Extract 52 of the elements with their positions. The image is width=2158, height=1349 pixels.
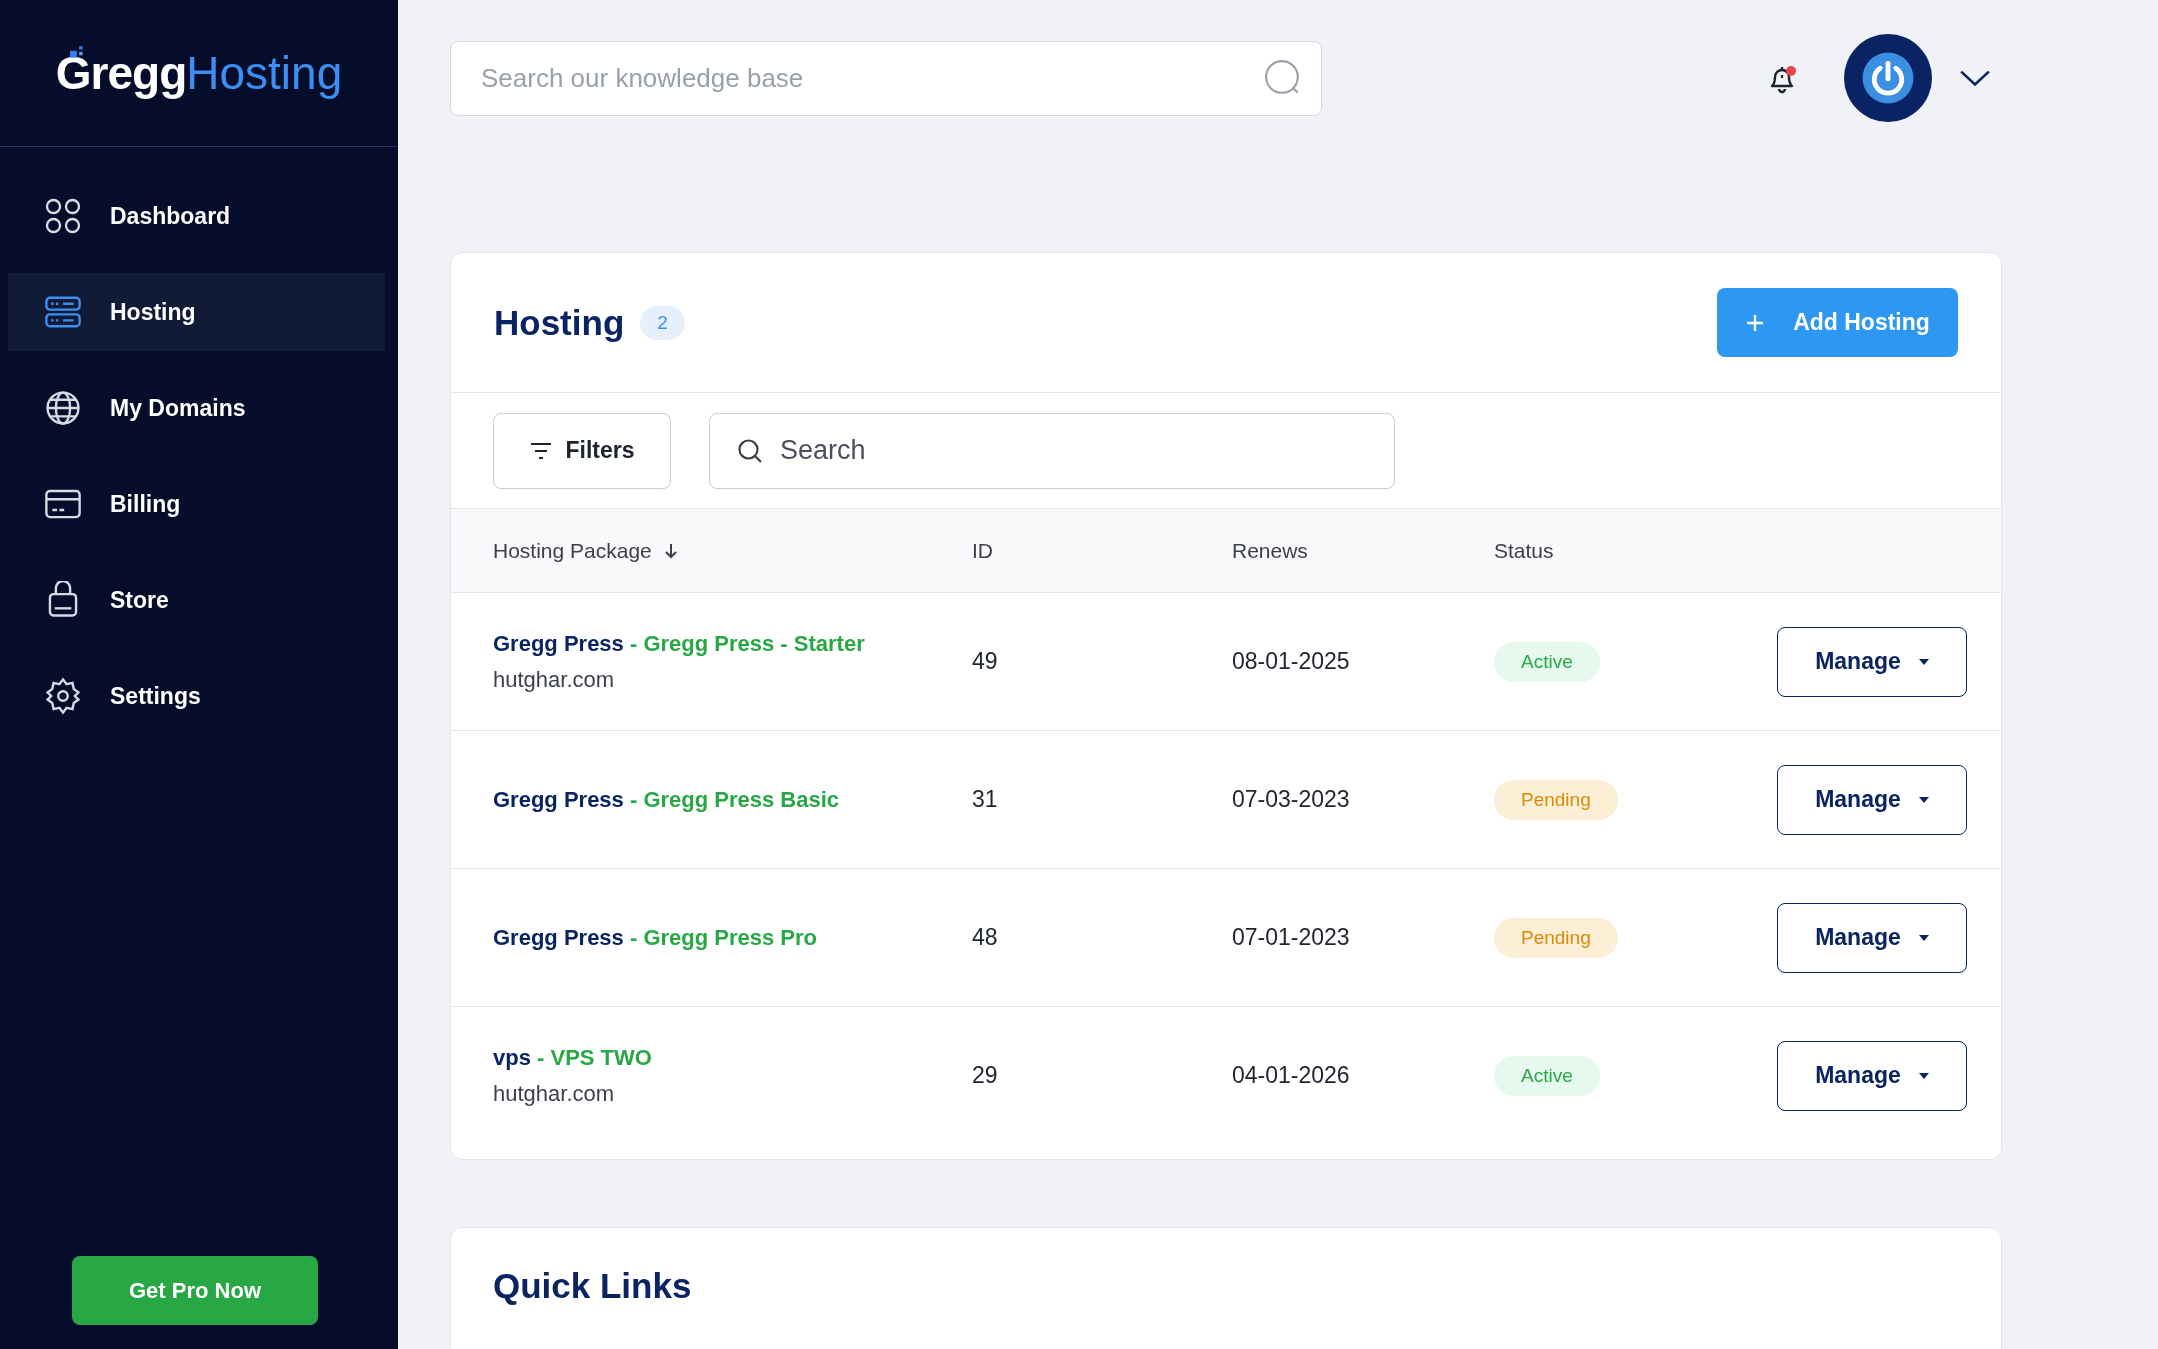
filters-button[interactable]: Filters — [493, 412, 671, 489]
count-badge: 2 — [640, 305, 685, 340]
table-cell: 04-01-2026 — [1232, 1062, 1350, 1088]
manage-button[interactable]: Manage — [1777, 764, 1967, 835]
table-cell: 48 — [972, 924, 998, 950]
table-cell: 07-03-2023 — [1232, 786, 1350, 812]
sidebar-item[interactable]: Store — [8, 561, 385, 639]
search-field[interactable]: Search — [709, 412, 1395, 489]
caret-icon — [1918, 796, 1929, 803]
table-cell: 08-01-2025 — [1232, 648, 1350, 674]
manage-button[interactable]: Manage — [1777, 626, 1967, 697]
status-badge: Active — [1494, 641, 1600, 682]
domain-text: hutghar.com — [493, 1080, 616, 1107]
caret-icon — [1918, 934, 1929, 941]
table-cell: 07-01-2023 — [1232, 924, 1350, 950]
sidebar-item[interactable]: Hosting — [8, 273, 385, 351]
column-header[interactable]: Status — [1494, 538, 1554, 563]
globe-icon — [44, 389, 82, 427]
package-name[interactable]: Gregg Press - Gregg Press Pro — [493, 924, 972, 951]
avatar-icon[interactable] — [1844, 34, 1932, 122]
status-badge: Pending — [1494, 917, 1618, 958]
search-icon — [737, 437, 763, 464]
column-header[interactable]: Renews — [1232, 538, 1308, 563]
package-name[interactable]: vps - VPS TWO — [493, 1044, 972, 1071]
table-cell: 29 — [972, 1062, 998, 1088]
sort-arrow-icon[interactable] — [663, 541, 678, 560]
column-header[interactable]: ID — [972, 538, 993, 563]
sidebar-item[interactable]: Billing — [8, 465, 385, 543]
status-badge: Active — [1494, 1055, 1600, 1096]
table-cell: 31 — [972, 786, 998, 812]
section-title: Quick Links — [493, 1266, 693, 1306]
status-badge: Pending — [1494, 779, 1618, 820]
gear-icon — [44, 677, 82, 715]
caret-icon — [1918, 658, 1929, 665]
manage-button[interactable]: Manage — [1777, 902, 1967, 973]
search-icon — [1264, 58, 1302, 97]
caret-icon — [1918, 1072, 1929, 1079]
plus-icon — [1745, 312, 1766, 333]
package-name[interactable]: Gregg Press - Gregg Press Basic — [493, 786, 972, 813]
domain-text: hutghar.com — [493, 666, 616, 693]
package-name[interactable]: Gregg Press - Gregg Press - Starter — [493, 630, 972, 657]
manage-button[interactable]: Manage — [1777, 1040, 1967, 1111]
grid-icon — [44, 197, 82, 235]
table-cell: 49 — [972, 648, 998, 674]
section-title: Hosting — [494, 302, 625, 343]
column-header[interactable]: Hosting Package — [493, 538, 652, 563]
sidebar-item[interactable]: My Domains — [8, 369, 385, 447]
sidebar-item[interactable]: Dashboard — [8, 177, 385, 255]
sidebar-item[interactable]: Settings — [8, 657, 385, 735]
logo: GreggHosting — [0, 0, 398, 147]
filter-icon — [529, 440, 554, 461]
search-field[interactable]: Search our knowledge base — [450, 40, 1322, 116]
